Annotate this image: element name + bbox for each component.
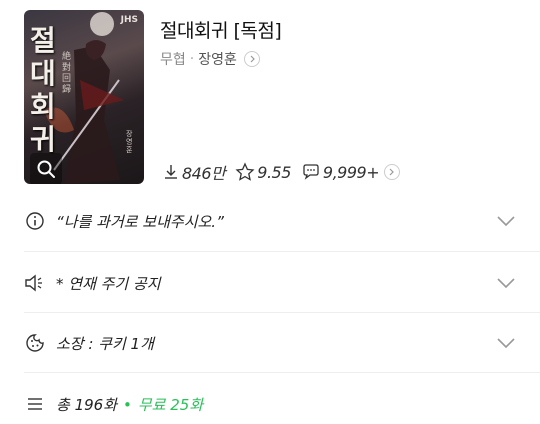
rating-stat: 9.55 [235, 162, 291, 182]
work-meta: 무협 · 장영훈 [160, 49, 260, 69]
chevron-right-icon[interactable] [243, 51, 260, 67]
chevron-down-icon[interactable] [496, 277, 516, 289]
tagline-row[interactable]: “나를 과거로 보내주시오.” [24, 191, 524, 251]
cover-image[interactable]: JHS 절 대 회 귀 絶對回歸 장영훈 [24, 10, 144, 184]
downloads-stat: 846만 [162, 160, 226, 184]
cover-author: 장영훈 [126, 130, 133, 154]
speaker-icon [24, 272, 46, 294]
free-episodes: 무료 25화 [137, 395, 204, 414]
comment-icon [303, 164, 319, 180]
tagline-text: “나를 과거로 보내주시오.” [56, 212, 224, 231]
episode-count: 총 196화 • 무료 25화 [56, 394, 203, 415]
search-icon[interactable] [30, 153, 62, 184]
comments-stat[interactable]: 9,999+ [301, 162, 401, 182]
list-icon[interactable] [24, 393, 46, 415]
genre-label: 무협 [160, 52, 186, 68]
total-separator: • [123, 395, 132, 414]
info-icon [24, 210, 46, 232]
download-icon [165, 165, 177, 179]
total-episodes: 총 196화 [56, 395, 117, 414]
author-link[interactable]: 장영훈 [198, 49, 237, 69]
downloads-value: 846만 [182, 164, 226, 183]
rating-value: 9.55 [257, 162, 291, 182]
notice-row[interactable]: * 연재 주기 공지 [24, 253, 524, 313]
work-title: 절대회귀 [독점] [160, 20, 282, 42]
chevron-down-icon[interactable] [496, 337, 516, 349]
comments-value: 9,999+ [322, 162, 380, 182]
chevron-down-icon[interactable] [496, 215, 516, 227]
meta-separator: · [189, 51, 195, 67]
episode-count-row: 총 196화 • 무료 25화 [24, 374, 524, 424]
ownership-text: 소장 : 쿠키 1개 [56, 334, 154, 353]
ownership-row[interactable]: 소장 : 쿠키 1개 [24, 313, 524, 373]
cover-watermark: JHS [120, 15, 138, 25]
stats-bar: 846만 9.55 9,999+ [162, 160, 410, 184]
chevron-right-icon[interactable] [384, 164, 401, 180]
cover-title: 절 대 회 귀 [30, 24, 56, 156]
cover-hanja: 絶對回歸 [62, 52, 72, 95]
divider [24, 251, 540, 252]
cookie-icon [24, 332, 46, 354]
star-icon [235, 162, 255, 181]
divider [24, 372, 540, 373]
notice-text: * 연재 주기 공지 [56, 274, 161, 293]
